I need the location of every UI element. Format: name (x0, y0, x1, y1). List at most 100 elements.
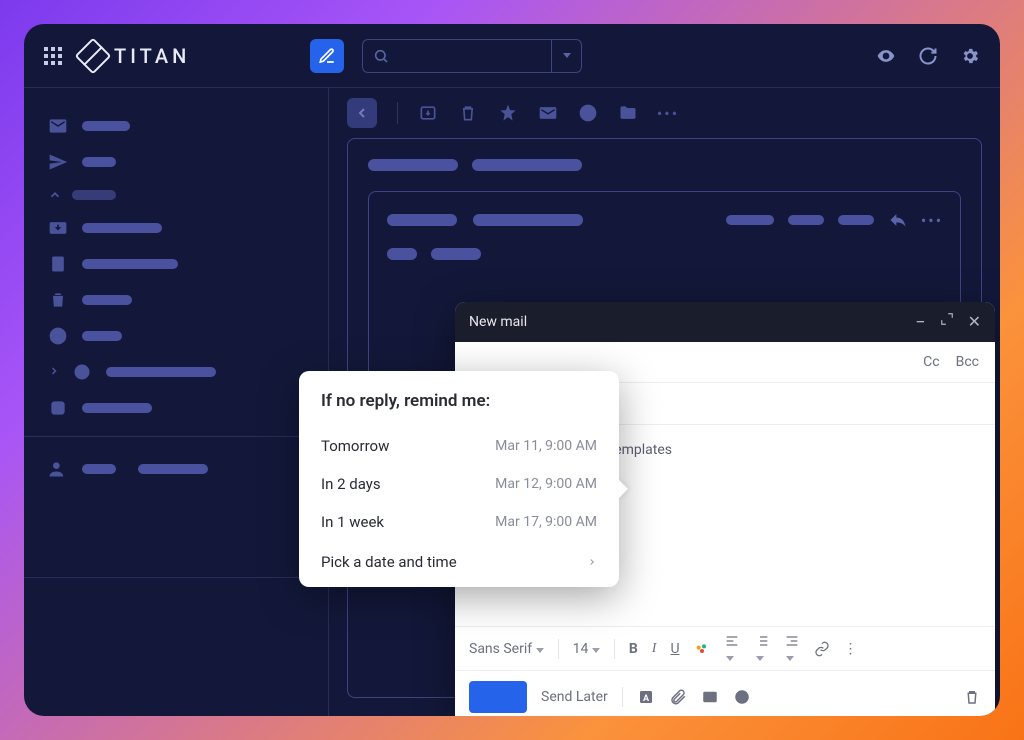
image-icon[interactable] (701, 688, 719, 706)
italic-icon[interactable]: I (652, 641, 657, 657)
brand-logo: TITAN (80, 43, 190, 69)
font-family-select[interactable]: Sans Serif (469, 641, 544, 657)
settings-gear-icon[interactable] (960, 46, 980, 66)
reminder-option[interactable]: In 2 days Mar 12, 9:00 AM (321, 465, 597, 503)
chevron-right-icon (587, 554, 597, 570)
text-color-icon[interactable] (694, 641, 710, 657)
search-dropdown[interactable] (552, 39, 582, 73)
top-bar: TITAN (24, 24, 1000, 88)
minimize-icon[interactable]: − (915, 312, 925, 333)
visibility-icon[interactable] (876, 46, 896, 66)
move-folder-icon[interactable] (618, 103, 638, 123)
mark-unread-icon[interactable] (538, 103, 558, 123)
search-container (362, 39, 582, 73)
delete-action-icon[interactable] (458, 103, 478, 123)
compose-button[interactable] (310, 39, 344, 73)
send-icon (48, 152, 68, 172)
underline-icon[interactable]: U (670, 641, 679, 657)
search-input[interactable] (362, 39, 552, 73)
pick-date-label: Pick a date and time (321, 553, 457, 571)
refresh-icon[interactable] (918, 46, 938, 66)
clock-icon (72, 362, 92, 382)
sidebar (24, 88, 329, 716)
sidebar-label-ph (82, 464, 116, 474)
popover-heading: If no reply, remind me: (321, 391, 597, 411)
format-more-icon[interactable]: ⋮ (844, 641, 858, 657)
sidebar-label-ph (82, 157, 116, 167)
subject-ph (368, 159, 458, 171)
chevron-up-icon (48, 188, 62, 202)
send-button[interactable] (469, 681, 527, 713)
sidebar-item-add-folder[interactable] (24, 390, 328, 426)
sidebar-item-archive[interactable] (24, 210, 328, 246)
list-icon[interactable] (754, 633, 770, 665)
sidebar-item-add-contact[interactable] (24, 451, 328, 487)
attach-icon[interactable] (669, 688, 687, 706)
indent-icon[interactable] (784, 633, 800, 665)
reminder-option-label: Tomorrow (321, 437, 389, 455)
sender-ph (387, 214, 457, 226)
font-size-select[interactable]: 14 (573, 641, 600, 657)
cc-button[interactable]: Cc (923, 354, 939, 370)
logo-mark-icon (75, 37, 112, 74)
sidebar-item-inbox[interactable] (24, 108, 328, 144)
bcc-button[interactable]: Bcc (956, 354, 979, 370)
sidebar-item-trash[interactable] (24, 282, 328, 318)
discard-icon[interactable] (963, 688, 981, 706)
apps-grid-icon[interactable] (44, 47, 62, 65)
sidebar-label-ph (106, 367, 216, 377)
emoji-icon[interactable] (733, 688, 751, 706)
meta-ph (838, 215, 874, 225)
brand-name: TITAN (114, 44, 190, 68)
align-icon[interactable] (724, 633, 740, 665)
compose-title: New mail (469, 314, 527, 330)
text-style-icon[interactable]: A (637, 688, 655, 706)
toolbar-divider (397, 102, 398, 124)
reminder-option[interactable]: Tomorrow Mar 11, 9:00 AM (321, 427, 597, 465)
reply-icon[interactable] (888, 210, 908, 230)
trash-icon (48, 290, 68, 310)
bold-icon[interactable]: B (629, 641, 638, 657)
expand-icon[interactable] (940, 312, 954, 333)
message-header: ••• (387, 210, 942, 230)
subject-ph (472, 159, 582, 171)
popover-arrow (618, 479, 628, 499)
document-icon (48, 254, 68, 274)
topbar-actions (876, 46, 980, 66)
svg-text:A: A (643, 693, 650, 703)
mail-toolbar: ••• (329, 88, 1000, 138)
close-icon[interactable]: ✕ (968, 312, 981, 333)
compose-header[interactable]: New mail − ✕ (455, 302, 995, 342)
send-later-button[interactable]: Send Later (541, 689, 608, 705)
back-button[interactable] (347, 98, 377, 128)
sidebar-label-ph (82, 295, 132, 305)
meta-ph (726, 215, 774, 225)
meta-ph (788, 215, 824, 225)
archive-action-icon[interactable] (418, 103, 438, 123)
body-ph (387, 248, 417, 260)
sidebar-item-sent[interactable] (24, 144, 328, 180)
add-square-icon (48, 398, 68, 418)
pick-date-option[interactable]: Pick a date and time (321, 541, 597, 573)
sidebar-item-drafts[interactable] (24, 246, 328, 282)
link-icon[interactable] (814, 641, 830, 657)
more-icon[interactable]: ••• (922, 210, 942, 230)
person-add-icon (48, 459, 68, 479)
alert-icon (48, 326, 68, 346)
reminder-option[interactable]: In 1 week Mar 17, 9:00 AM (321, 503, 597, 541)
more-actions-icon[interactable]: ••• (658, 103, 678, 123)
sidebar-item-spam[interactable] (24, 318, 328, 354)
send-toolbar: Send Later A (455, 670, 995, 716)
body-ph (431, 248, 481, 260)
sidebar-label-ph (138, 464, 208, 474)
mail-icon (48, 116, 68, 136)
sidebar-label-ph (82, 331, 122, 341)
star-action-icon[interactable] (498, 103, 518, 123)
mark-done-icon[interactable] (578, 103, 598, 123)
compose-icon (318, 47, 336, 65)
sender-ph (473, 214, 583, 226)
sidebar-item-scheduled[interactable] (24, 354, 328, 390)
sidebar-collapse[interactable] (24, 180, 328, 210)
format-toolbar: Sans Serif 14 B I U ⋮ (455, 626, 995, 670)
archive-icon (48, 218, 68, 238)
